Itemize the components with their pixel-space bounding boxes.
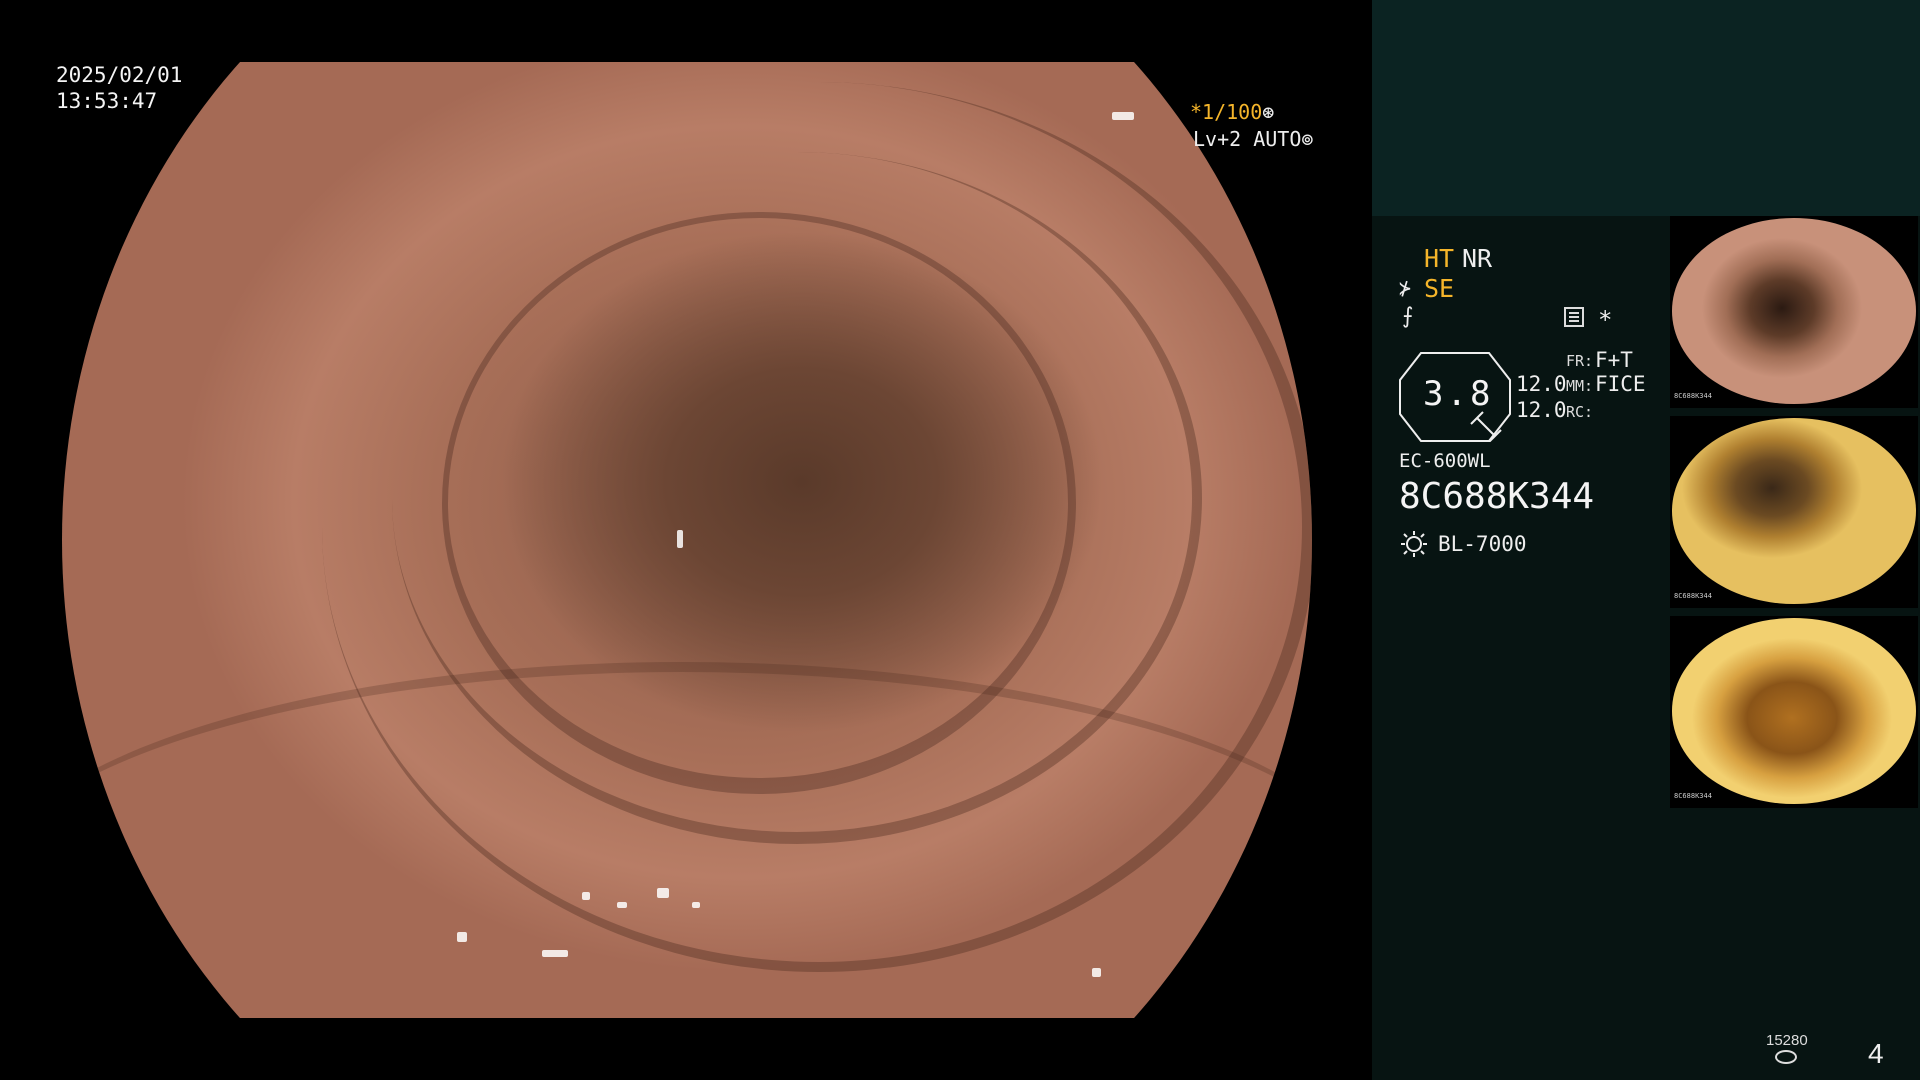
time: 13:53:47 [56, 89, 158, 113]
light-reflection [657, 888, 669, 898]
captured-thumbnail-2[interactable]: 8C688K344 [1670, 416, 1918, 608]
shutter-readout: *1/100⊛ [1190, 100, 1274, 124]
level-value: Lv+2 AUTO [1193, 127, 1302, 151]
page-number: 4 [1868, 1038, 1884, 1069]
light-reflection [1112, 112, 1134, 120]
fr-label: FR: [1566, 352, 1594, 370]
light-source-model: BL-7000 [1438, 532, 1527, 556]
memory-chip-icon [1564, 307, 1584, 327]
fr-value: F+T [1595, 348, 1633, 372]
light-reflection [677, 530, 683, 548]
thumbnail-image [1672, 218, 1916, 404]
captured-thumbnail-3[interactable]: 8C688K344 [1670, 616, 1918, 808]
mode-nr: NR [1462, 244, 1493, 273]
mm-label: MM: [1566, 377, 1594, 395]
thumbnail-label: 8C688K344 [1674, 392, 1712, 400]
rc-label: RC: [1566, 403, 1594, 421]
thumbnail-image [1672, 618, 1916, 804]
mm-value: FICE [1595, 372, 1646, 396]
level-readout: Lv+2 AUTO⊚ [1193, 127, 1313, 151]
shutter-value: *1/100 [1190, 100, 1263, 124]
auto-iris-icon: ⊚ [1301, 127, 1314, 151]
captured-thumbnail-1[interactable]: 8C688K344 [1670, 216, 1918, 408]
storage-disk-icon [1775, 1050, 1797, 1064]
thumbnail-image [1672, 418, 1916, 604]
light-reflection [457, 932, 467, 942]
date: 2025/02/01 [56, 63, 183, 87]
structure-enhancement-icon: ⊁ [1399, 276, 1412, 300]
info-panel-header [1372, 0, 1920, 216]
thumbnail-label: 8C688K344 [1674, 592, 1712, 600]
gauge-value: 3.8 [1423, 374, 1494, 414]
scope-model: EC-600WL [1399, 450, 1491, 472]
light-source-icon [1401, 531, 1427, 557]
scope-serial: 8C688K344 [1399, 476, 1595, 517]
light-reflection [1092, 968, 1101, 977]
light-reflection [582, 892, 590, 900]
function-icon: ⨍ [1402, 304, 1414, 329]
light-reflection [692, 902, 700, 908]
mode-se: SE [1424, 274, 1455, 303]
light-reflection [542, 950, 568, 957]
mucosal-fold [62, 662, 1312, 1018]
capture-counter: 15280 [1766, 1032, 1808, 1049]
mode-ht: HT [1424, 244, 1455, 273]
value-b: 12.0 [1516, 398, 1567, 422]
endoscope-view: 2025/02/01 13:53:47 *1/100⊛ Lv+2 AUTO⊚ [0, 0, 1372, 1080]
endoscopic-image [62, 62, 1312, 1018]
thumbnail-label: 8C688K344 [1674, 792, 1712, 800]
light-reflection [617, 902, 627, 908]
star-icon: * [1598, 306, 1613, 334]
aperture-icon: ⊛ [1262, 100, 1275, 124]
datetime: 2025/02/01 13:53:47 [56, 62, 182, 114]
value-a: 12.0 [1516, 372, 1567, 396]
